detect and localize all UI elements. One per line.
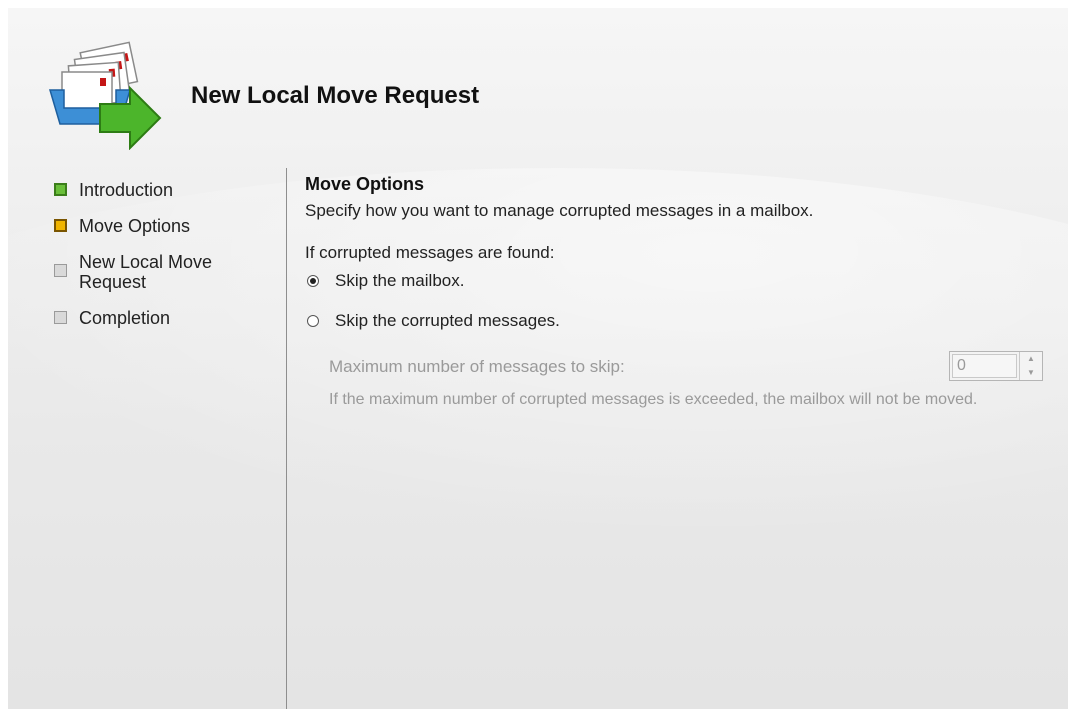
- radio-skip-corrupted-messages[interactable]: Skip the corrupted messages.: [305, 311, 1045, 331]
- nav-step-move-options: Move Options: [54, 216, 274, 236]
- max-skip-row: Maximum number of messages to skip: 0 ▲ …: [329, 351, 1045, 381]
- step-current-indicator-icon: [54, 219, 67, 232]
- stepper-down-icon[interactable]: ▼: [1020, 366, 1042, 380]
- step-pending-indicator-icon: [54, 311, 67, 324]
- max-skip-stepper[interactable]: 0 ▲ ▼: [949, 351, 1043, 381]
- max-skip-label: Maximum number of messages to skip:: [329, 357, 625, 376]
- section-title: Move Options: [305, 174, 425, 194]
- radio-label[interactable]: Skip the corrupted messages.: [335, 311, 560, 331]
- nav-step-label: Move Options: [79, 216, 191, 236]
- nav-step-introduction: Introduction: [54, 180, 274, 200]
- stepper-up-icon[interactable]: ▲: [1020, 352, 1042, 366]
- wizard-move-mailbox-icon: [48, 41, 162, 150]
- nav-step-label: Completion: [79, 308, 171, 328]
- nav-step-completion: Completion: [54, 308, 274, 328]
- corrupted-prompt-label: If corrupted messages are found:: [305, 243, 555, 262]
- page-title: New Local Move Request: [191, 82, 480, 109]
- radio-label[interactable]: Skip the mailbox.: [335, 271, 464, 291]
- step-done-indicator-icon: [54, 183, 67, 196]
- radio-skip-mailbox[interactable]: Skip the mailbox.: [305, 271, 1045, 291]
- wizard-window: New Local Move Request Introduction Move…: [8, 8, 1068, 709]
- stepper-arrows[interactable]: ▲ ▼: [1019, 352, 1042, 380]
- section-description: Specify how you want to manage corrupted…: [305, 201, 814, 220]
- max-skip-note: If the maximum number of corrupted messa…: [329, 391, 978, 408]
- move-options-panel: Move Options Specify how you want to man…: [305, 174, 1045, 411]
- radio-button-unchecked[interactable]: [307, 315, 319, 327]
- wizard-header: New Local Move Request: [8, 8, 1068, 163]
- radio-button-checked[interactable]: [307, 275, 319, 287]
- vertical-divider: [286, 168, 287, 709]
- step-pending-indicator-icon: [54, 264, 67, 277]
- nav-step-label: Introduction: [79, 180, 174, 200]
- nav-step-new-local-move-request: New Local Move Request: [54, 252, 274, 292]
- wizard-steps-nav: Introduction Move Options New Local Move…: [54, 180, 274, 344]
- nav-step-label: New Local Move Request: [79, 252, 213, 292]
- max-skip-input[interactable]: 0: [952, 354, 1017, 378]
